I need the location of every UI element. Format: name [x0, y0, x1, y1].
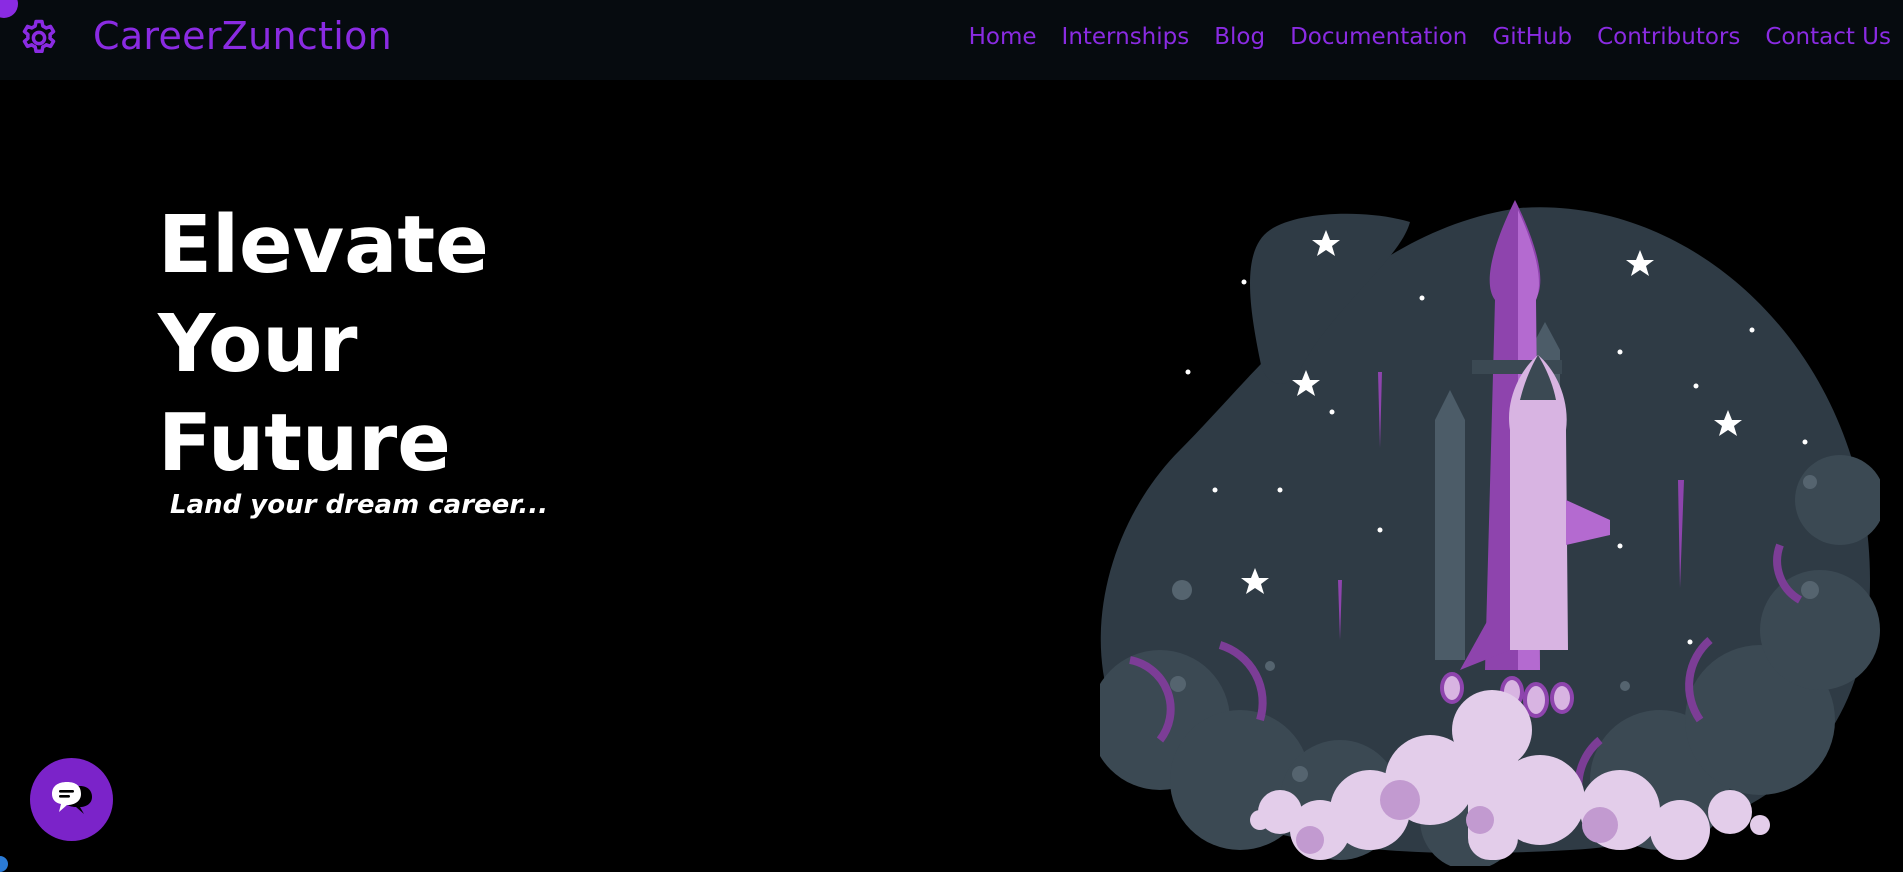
chat-bubbles-icon	[52, 782, 92, 814]
nav-internships[interactable]: Internships	[1062, 24, 1190, 50]
rocket-left-booster	[1435, 390, 1465, 660]
hero-title: Elevate Your Future	[158, 196, 489, 493]
nav-home[interactable]: Home	[969, 24, 1037, 50]
hero-tagline: Land your dream career...	[170, 490, 549, 520]
corner-badge	[0, 0, 18, 18]
hero-title-line: Your	[158, 298, 358, 390]
nav-blog[interactable]: Blog	[1214, 24, 1265, 50]
rocket-launch-illustration	[1100, 200, 1880, 866]
hero-title-line: Future	[158, 397, 451, 489]
chat-button[interactable]	[30, 758, 113, 841]
nav-contact-us[interactable]: Contact Us	[1765, 24, 1891, 50]
nav-contributors[interactable]: Contributors	[1597, 24, 1740, 50]
navbar: CareerZunction Home Internships Blog Doc…	[0, 0, 1903, 80]
nav-github[interactable]: GitHub	[1492, 24, 1572, 50]
nav-documentation[interactable]: Documentation	[1290, 24, 1467, 50]
corner-badge	[0, 856, 8, 872]
hero-title-line: Elevate	[158, 199, 489, 291]
gear-icon[interactable]	[18, 17, 60, 59]
brand-name[interactable]: CareerZunction	[93, 14, 392, 58]
main-nav: Home Internships Blog Documentation GitH…	[969, 24, 1891, 50]
